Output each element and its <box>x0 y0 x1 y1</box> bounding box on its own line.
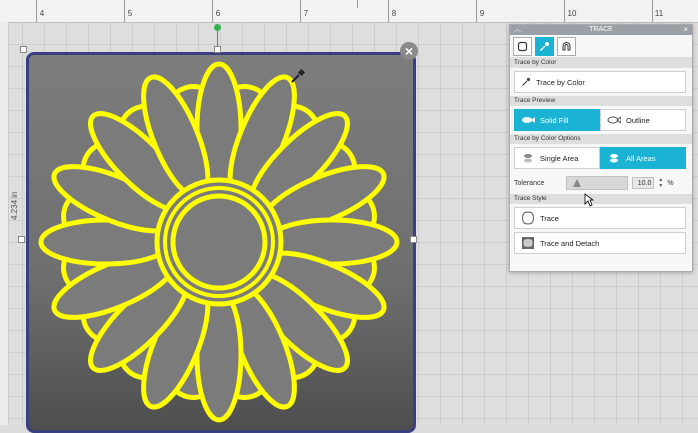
all-areas-label: All Areas <box>626 153 656 163</box>
section-header-trace-by-color: Trace by Color <box>510 58 692 68</box>
eyedropper-icon <box>291 68 306 83</box>
ruler-tick <box>476 0 477 22</box>
resize-handle[interactable] <box>214 46 221 53</box>
section-header-trace-preview: Trace Preview <box>510 96 692 106</box>
trace-and-detach-button[interactable]: Trace and Detach <box>514 232 686 254</box>
trace-button[interactable]: Trace <box>514 207 686 229</box>
trace-by-color-button[interactable]: Trace by Color <box>514 71 686 93</box>
ruler-tick <box>36 0 37 22</box>
single-area-icon <box>524 154 532 163</box>
tolerance-stepper[interactable]: ▲ ▼ <box>658 177 663 189</box>
resize-handle[interactable] <box>18 236 25 243</box>
ruler-label-6: 6 <box>215 9 221 18</box>
top-ruler: 4 5 6 7 8 9 10 11 <box>0 0 698 23</box>
slider-thumb[interactable] <box>572 179 581 187</box>
eyedropper-tool-button[interactable] <box>535 36 554 56</box>
tolerance-row: Tolerance 10.0 ▲ ▼ % <box>510 172 692 194</box>
ruler-label-9: 9 <box>479 9 485 18</box>
trace-by-color-label: Trace by Color <box>536 77 585 87</box>
rotate-handle-line <box>217 30 218 46</box>
panel-title: TRACE <box>589 26 613 33</box>
outline-button[interactable]: Outline <box>600 109 686 131</box>
mouse-cursor-icon <box>584 193 594 207</box>
height-dimension-label: 4.234 in <box>10 191 19 220</box>
ruler-label-5: 5 <box>127 9 133 18</box>
design-canvas[interactable]: 4 5 6 7 8 9 10 11 4.234 in × ︿ TRACE × T… <box>0 0 698 433</box>
rotate-handle-icon[interactable] <box>214 24 221 31</box>
close-icon[interactable]: × <box>400 42 418 60</box>
ruler-tick <box>564 0 565 22</box>
traced-image[interactable] <box>26 52 416 433</box>
trace-icon <box>522 211 534 225</box>
tolerance-input[interactable]: 10.0 <box>632 177 655 189</box>
outline-label: Outline <box>626 115 650 125</box>
ruler-label-7: 7 <box>303 9 309 18</box>
resize-handle[interactable] <box>410 236 417 243</box>
tolerance-unit: % <box>667 179 674 187</box>
section-header-trace-options: Trace by Color Options <box>510 134 692 144</box>
ruler-label-4: 4 <box>39 9 45 18</box>
solid-fill-button[interactable]: Solid Fill <box>514 109 600 131</box>
flower-image <box>38 61 400 423</box>
trace-panel: ︿ TRACE × Trace by Color Trace by Color … <box>509 24 693 272</box>
tolerance-slider[interactable] <box>566 176 629 190</box>
ruler-tick <box>652 0 653 22</box>
close-icon[interactable]: × <box>683 25 688 35</box>
collapse-icon[interactable]: ︿ <box>514 25 521 35</box>
panel-titlebar[interactable]: ︿ TRACE × <box>510 25 692 35</box>
ruler-tick <box>300 0 301 22</box>
square-trace-icon[interactable] <box>513 36 532 56</box>
resize-handle[interactable] <box>20 46 27 53</box>
ruler-label-8: 8 <box>391 9 397 18</box>
single-area-label: Single Area <box>540 153 579 163</box>
eyedropper-icon <box>540 41 549 51</box>
eyedropper-icon <box>522 77 531 86</box>
fish-outline-icon <box>607 116 621 124</box>
ruler-tick <box>212 0 213 22</box>
section-header-trace-style: Trace Style <box>510 194 692 204</box>
ruler-tick <box>124 0 125 22</box>
trace-and-detach-label: Trace and Detach <box>540 238 600 248</box>
ruler-tick <box>357 0 358 8</box>
trace-label: Trace <box>540 213 559 223</box>
magnet-icon[interactable] <box>557 36 576 56</box>
panel-toolbar <box>510 35 692 58</box>
tolerance-label: Tolerance <box>514 179 545 187</box>
single-area-button[interactable]: Single Area <box>514 147 600 169</box>
ruler-tick <box>388 0 389 22</box>
all-areas-icon <box>610 154 618 163</box>
left-ruler <box>0 22 9 425</box>
ruler-label-10: 10 <box>567 9 577 18</box>
all-areas-button[interactable]: All Areas <box>600 147 686 169</box>
fish-icon <box>522 117 535 123</box>
trace-detach-icon <box>522 237 534 249</box>
ruler-label-11: 11 <box>654 9 664 18</box>
solid-fill-label: Solid Fill <box>540 115 569 125</box>
